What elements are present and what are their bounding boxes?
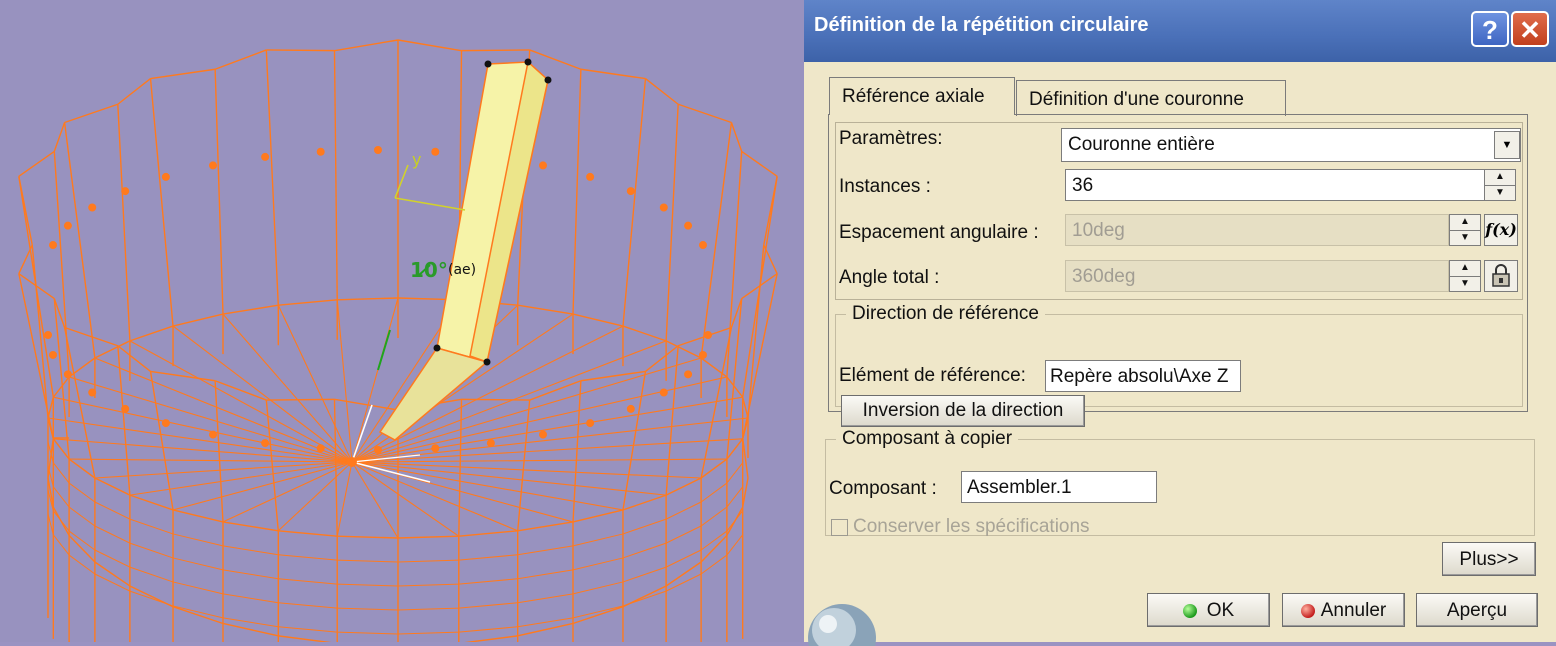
total-angle-spinner: ▲ ▼ (1449, 260, 1481, 292)
spin-up-icon[interactable]: ▲ (1485, 170, 1515, 186)
parameters-group: Paramètres: Couronne entière ▼ Instances… (835, 122, 1523, 300)
ok-green-icon (1182, 603, 1197, 618)
spin-up-icon: ▲ (1450, 215, 1480, 231)
lock-icon (1492, 264, 1510, 287)
circular-pattern-dialog: Définition de la répétition circulaire ?… (804, 0, 1556, 646)
cancel-red-icon (1300, 603, 1315, 618)
invert-direction-label: Inversion de la direction (862, 400, 1064, 421)
ok-button[interactable]: OK (1147, 593, 1270, 627)
component-value: Assembler.1 (967, 477, 1072, 498)
instances-input[interactable]: 36 (1065, 169, 1485, 201)
ok-label: OK (1206, 600, 1235, 621)
axis-y-label: y (412, 150, 422, 169)
reference-direction-legend: Direction de référence (852, 303, 1039, 324)
reference-element-value: Repère absolu\Axe Z (1050, 366, 1229, 387)
invert-direction-button[interactable]: Inversion de la direction (841, 395, 1085, 427)
tab-crown-definition[interactable]: Définition d'une couronne (1016, 80, 1286, 116)
cancel-button[interactable]: Annuler (1282, 593, 1405, 627)
instances-value: 36 (1072, 175, 1094, 196)
angle-annotation[interactable]: 10° (410, 258, 448, 282)
parameters-label: Paramètres: (839, 128, 943, 149)
lock-parameter-button[interactable] (1484, 260, 1518, 292)
more-label: Plus>> (1459, 549, 1519, 570)
spin-up-icon: ▲ (1450, 261, 1480, 277)
keep-specifications-label: Conserver les spécifications (853, 516, 1090, 537)
dialog-title: Définition de la répétition circulaire (814, 14, 1149, 36)
total-angle-label: Angle total : (839, 267, 940, 288)
instances-label: Instances : (839, 176, 931, 197)
wireframe-model[interactable] (0, 0, 804, 642)
angular-spacing-input: 10deg (1065, 214, 1449, 246)
spin-down-icon: ▼ (1460, 278, 1470, 289)
instances-spinner[interactable]: ▲ ▼ (1484, 169, 1516, 201)
tab-panel: Paramètres: Couronne entière ▼ Instances… (828, 114, 1528, 427)
total-angle-input: 360deg (1065, 260, 1449, 292)
keep-specifications-checkbox[interactable] (831, 519, 848, 536)
cancel-label: Annuler (1320, 600, 1387, 621)
spin-down-icon: ▼ (1460, 232, 1470, 243)
tab-axial-reference[interactable]: Référence axiale (829, 77, 1015, 115)
help-button[interactable]: ? (1471, 11, 1509, 47)
title-bar[interactable]: Définition de la répétition circulaire ?… (804, 0, 1556, 62)
component-group: Composant à copier Composant : Assembler… (825, 428, 1535, 537)
more-button[interactable]: Plus>> (1442, 542, 1536, 576)
total-angle-value: 360deg (1072, 266, 1136, 287)
angular-spacing-label: Espacement angulaire : (839, 222, 1039, 243)
formula-tag[interactable]: (ae) (448, 262, 476, 278)
close-button[interactable]: ✕ (1511, 11, 1549, 47)
angular-spacing-value: 10deg (1072, 220, 1125, 241)
reference-direction-group: Direction de référence Elément de référe… (835, 303, 1523, 427)
component-legend: Composant à copier (842, 428, 1013, 449)
preview-label: Aperçu (1446, 600, 1508, 621)
decorative-sphere-icon (808, 604, 876, 646)
help-icon: ? (1482, 15, 1498, 45)
preview-button[interactable]: Aperçu (1416, 593, 1538, 627)
angular-spacing-spinner: ▲ ▼ (1449, 214, 1481, 246)
parameters-dropdown-button[interactable]: ▼ (1494, 131, 1520, 159)
parameters-select-value: Couronne entière (1068, 134, 1215, 155)
spin-down-icon[interactable]: ▼ (1485, 186, 1515, 201)
formula-button[interactable]: f(x) (1484, 214, 1518, 246)
3d-viewport[interactable]: y 10° (ae) (0, 0, 804, 642)
close-icon: ✕ (1519, 15, 1541, 45)
chevron-down-icon: ▼ (1501, 139, 1513, 151)
reference-element-input[interactable]: Repère absolu\Axe Z (1045, 360, 1241, 392)
component-input[interactable]: Assembler.1 (961, 471, 1157, 503)
fx-icon: f(x) (1485, 220, 1517, 239)
parameters-select[interactable]: Couronne entière (1061, 128, 1521, 162)
component-label: Composant : (829, 478, 937, 499)
reference-element-label: Elément de référence: (839, 365, 1026, 386)
